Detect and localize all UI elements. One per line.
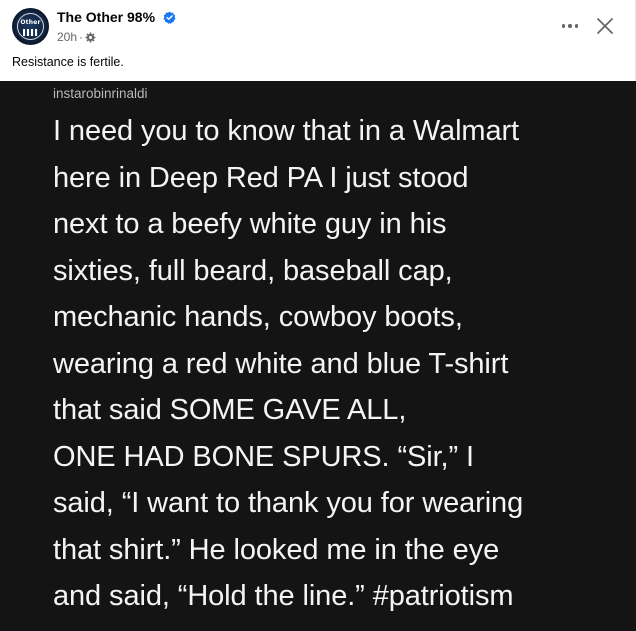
image-handle: instarobinrinaldi xyxy=(53,86,148,101)
page-avatar[interactable]: Other xyxy=(12,8,49,45)
avatar-stripes xyxy=(23,29,38,36)
post-header: Other The Other 98% 20h · xyxy=(0,0,636,52)
post-caption: Resistance is fertile. xyxy=(12,55,124,69)
quote-line: next to a beefy white guy in his xyxy=(53,208,447,240)
dot xyxy=(568,24,572,28)
more-options-icon[interactable] xyxy=(558,14,582,38)
dot xyxy=(561,24,566,28)
page-name[interactable]: The Other 98% xyxy=(57,9,155,25)
quote-line: I need you to know that in a Walmart xyxy=(53,115,520,147)
quote-line: here in Deep Red PA I just stood xyxy=(53,161,469,194)
avatar-logo-text: Other xyxy=(20,19,41,26)
quote-line: and said, “Hold the line.” #patriotism xyxy=(53,580,514,612)
post-timestamp[interactable]: 20h xyxy=(57,30,77,44)
post-meta: 20h · xyxy=(57,30,96,44)
page-name-link[interactable]: The Other 98% xyxy=(57,9,176,25)
quote-line: mechanic hands, cowboy boots, xyxy=(53,301,463,333)
meta-separator: · xyxy=(79,30,84,44)
dot xyxy=(574,24,579,28)
facebook-post: Other The Other 98% 20h · Resistance is … xyxy=(0,0,636,631)
verified-badge-icon xyxy=(163,11,176,24)
audience-gear-icon[interactable] xyxy=(85,32,96,43)
quote-line: that shirt.” He looked me in the eye xyxy=(53,533,500,566)
quote-line: said, “I want to thank you for wearing xyxy=(53,487,524,519)
quote-line: wearing a red white and blue T-shirt xyxy=(53,347,509,380)
quote-line: sixties, full beard, baseball cap, xyxy=(53,254,453,287)
image-quote-text: I need you to know that in a Walmart her… xyxy=(53,108,613,620)
post-image[interactable]: instarobinrinaldi I need you to know tha… xyxy=(0,81,636,631)
quote-line: that said SOME GAVE ALL, xyxy=(53,394,407,426)
close-icon[interactable] xyxy=(593,14,617,38)
quote-line: ONE HAD BONE SPURS. “Sir,” I xyxy=(53,440,474,473)
